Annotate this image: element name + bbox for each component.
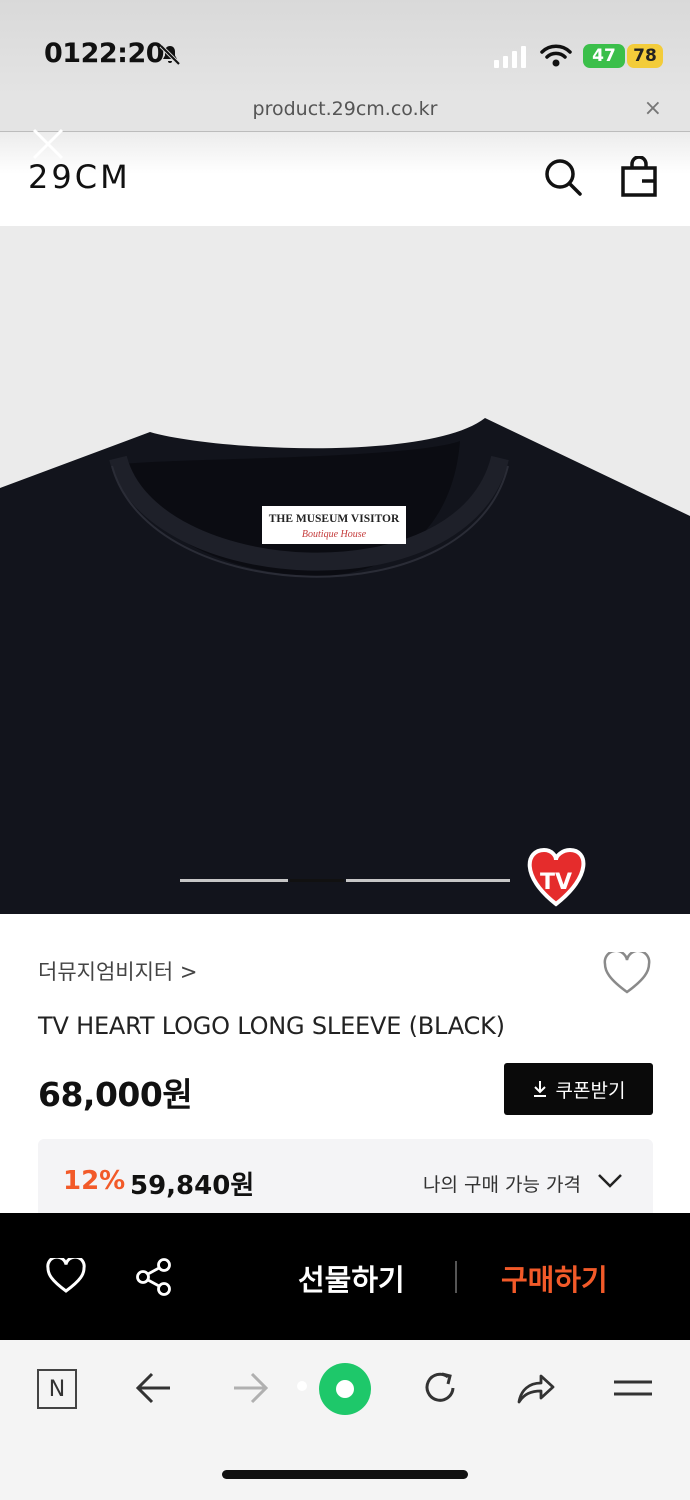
- bell-muted-icon: [159, 44, 181, 66]
- product-image[interactable]: THE MUSEUM VISITOR Boutique House TV: [0, 226, 690, 914]
- neck-label-line2: Boutique House: [302, 529, 367, 540]
- close-icon[interactable]: [30, 126, 66, 162]
- product-price: 68,000원: [38, 1075, 193, 1114]
- search-icon[interactable]: [542, 156, 584, 198]
- product-title: TV HEART LOGO LONG SLEEVE (BLACK): [38, 1012, 505, 1040]
- carousel-indicator: [0, 879, 690, 883]
- tshirt-photo: THE MUSEUM VISITOR Boutique House TV: [0, 226, 690, 914]
- share-icon[interactable]: [134, 1257, 174, 1297]
- green-dot-icon[interactable]: [294, 1360, 376, 1418]
- coupon-label: 쿠폰받기: [555, 1079, 626, 1102]
- buy-button[interactable]: 구매하기: [501, 1257, 608, 1299]
- refresh-icon[interactable]: [420, 1368, 460, 1408]
- status-bar: 0122:20 47 78: [0, 0, 690, 96]
- url-text[interactable]: product.29cm.co.kr: [0, 98, 690, 120]
- chevron-down-icon[interactable]: [597, 1173, 623, 1189]
- shopping-bag-icon[interactable]: [620, 156, 658, 198]
- url-close-button[interactable]: ×: [644, 96, 662, 121]
- carousel-segment[interactable]: [180, 879, 288, 882]
- neck-label-line1: THE MUSEUM VISITOR: [269, 513, 400, 525]
- menu-icon[interactable]: [612, 1368, 654, 1408]
- coupon-button[interactable]: 쿠폰받기: [504, 1063, 653, 1115]
- forward-arrow-icon[interactable]: [230, 1368, 270, 1408]
- price-toggle-label[interactable]: 나의 구매 가능 가격: [423, 1170, 581, 1197]
- browser-toolbar: N: [0, 1340, 690, 1500]
- carousel-segment-active[interactable]: [290, 879, 344, 882]
- naver-n-label: N: [48, 1376, 66, 1402]
- discount-box[interactable]: 12% 59,840원 나의 구매 가능 가격: [38, 1139, 653, 1219]
- discount-price: 59,840원: [130, 1171, 255, 1201]
- action-divider: [455, 1261, 457, 1293]
- site-logo[interactable]: 29CM: [28, 158, 131, 196]
- gift-button[interactable]: 선물하기: [298, 1257, 405, 1299]
- signal-icon: [494, 46, 526, 68]
- back-arrow-icon[interactable]: [134, 1368, 174, 1408]
- naver-home-button[interactable]: N: [37, 1369, 77, 1409]
- url-bar[interactable]: product.29cm.co.kr ×: [0, 96, 690, 132]
- battery-badge: 78: [627, 44, 663, 68]
- home-indicator: [222, 1470, 468, 1479]
- wifi-icon: [540, 44, 572, 67]
- status-time: 0122:20: [44, 38, 165, 69]
- heart-icon[interactable]: [603, 952, 651, 996]
- share-arrow-icon[interactable]: [515, 1368, 557, 1408]
- discount-rate: 12%: [63, 1166, 126, 1196]
- carousel-segment[interactable]: [346, 879, 510, 882]
- download-icon: [533, 1081, 546, 1097]
- site-header: 29CM: [0, 128, 690, 226]
- heart-icon[interactable]: [46, 1258, 86, 1294]
- brand-link[interactable]: 더뮤지엄비지터 >: [38, 956, 198, 986]
- cellular-data-badge: 47: [583, 44, 625, 68]
- bottom-action-bar: 선물하기 구매하기: [0, 1213, 690, 1340]
